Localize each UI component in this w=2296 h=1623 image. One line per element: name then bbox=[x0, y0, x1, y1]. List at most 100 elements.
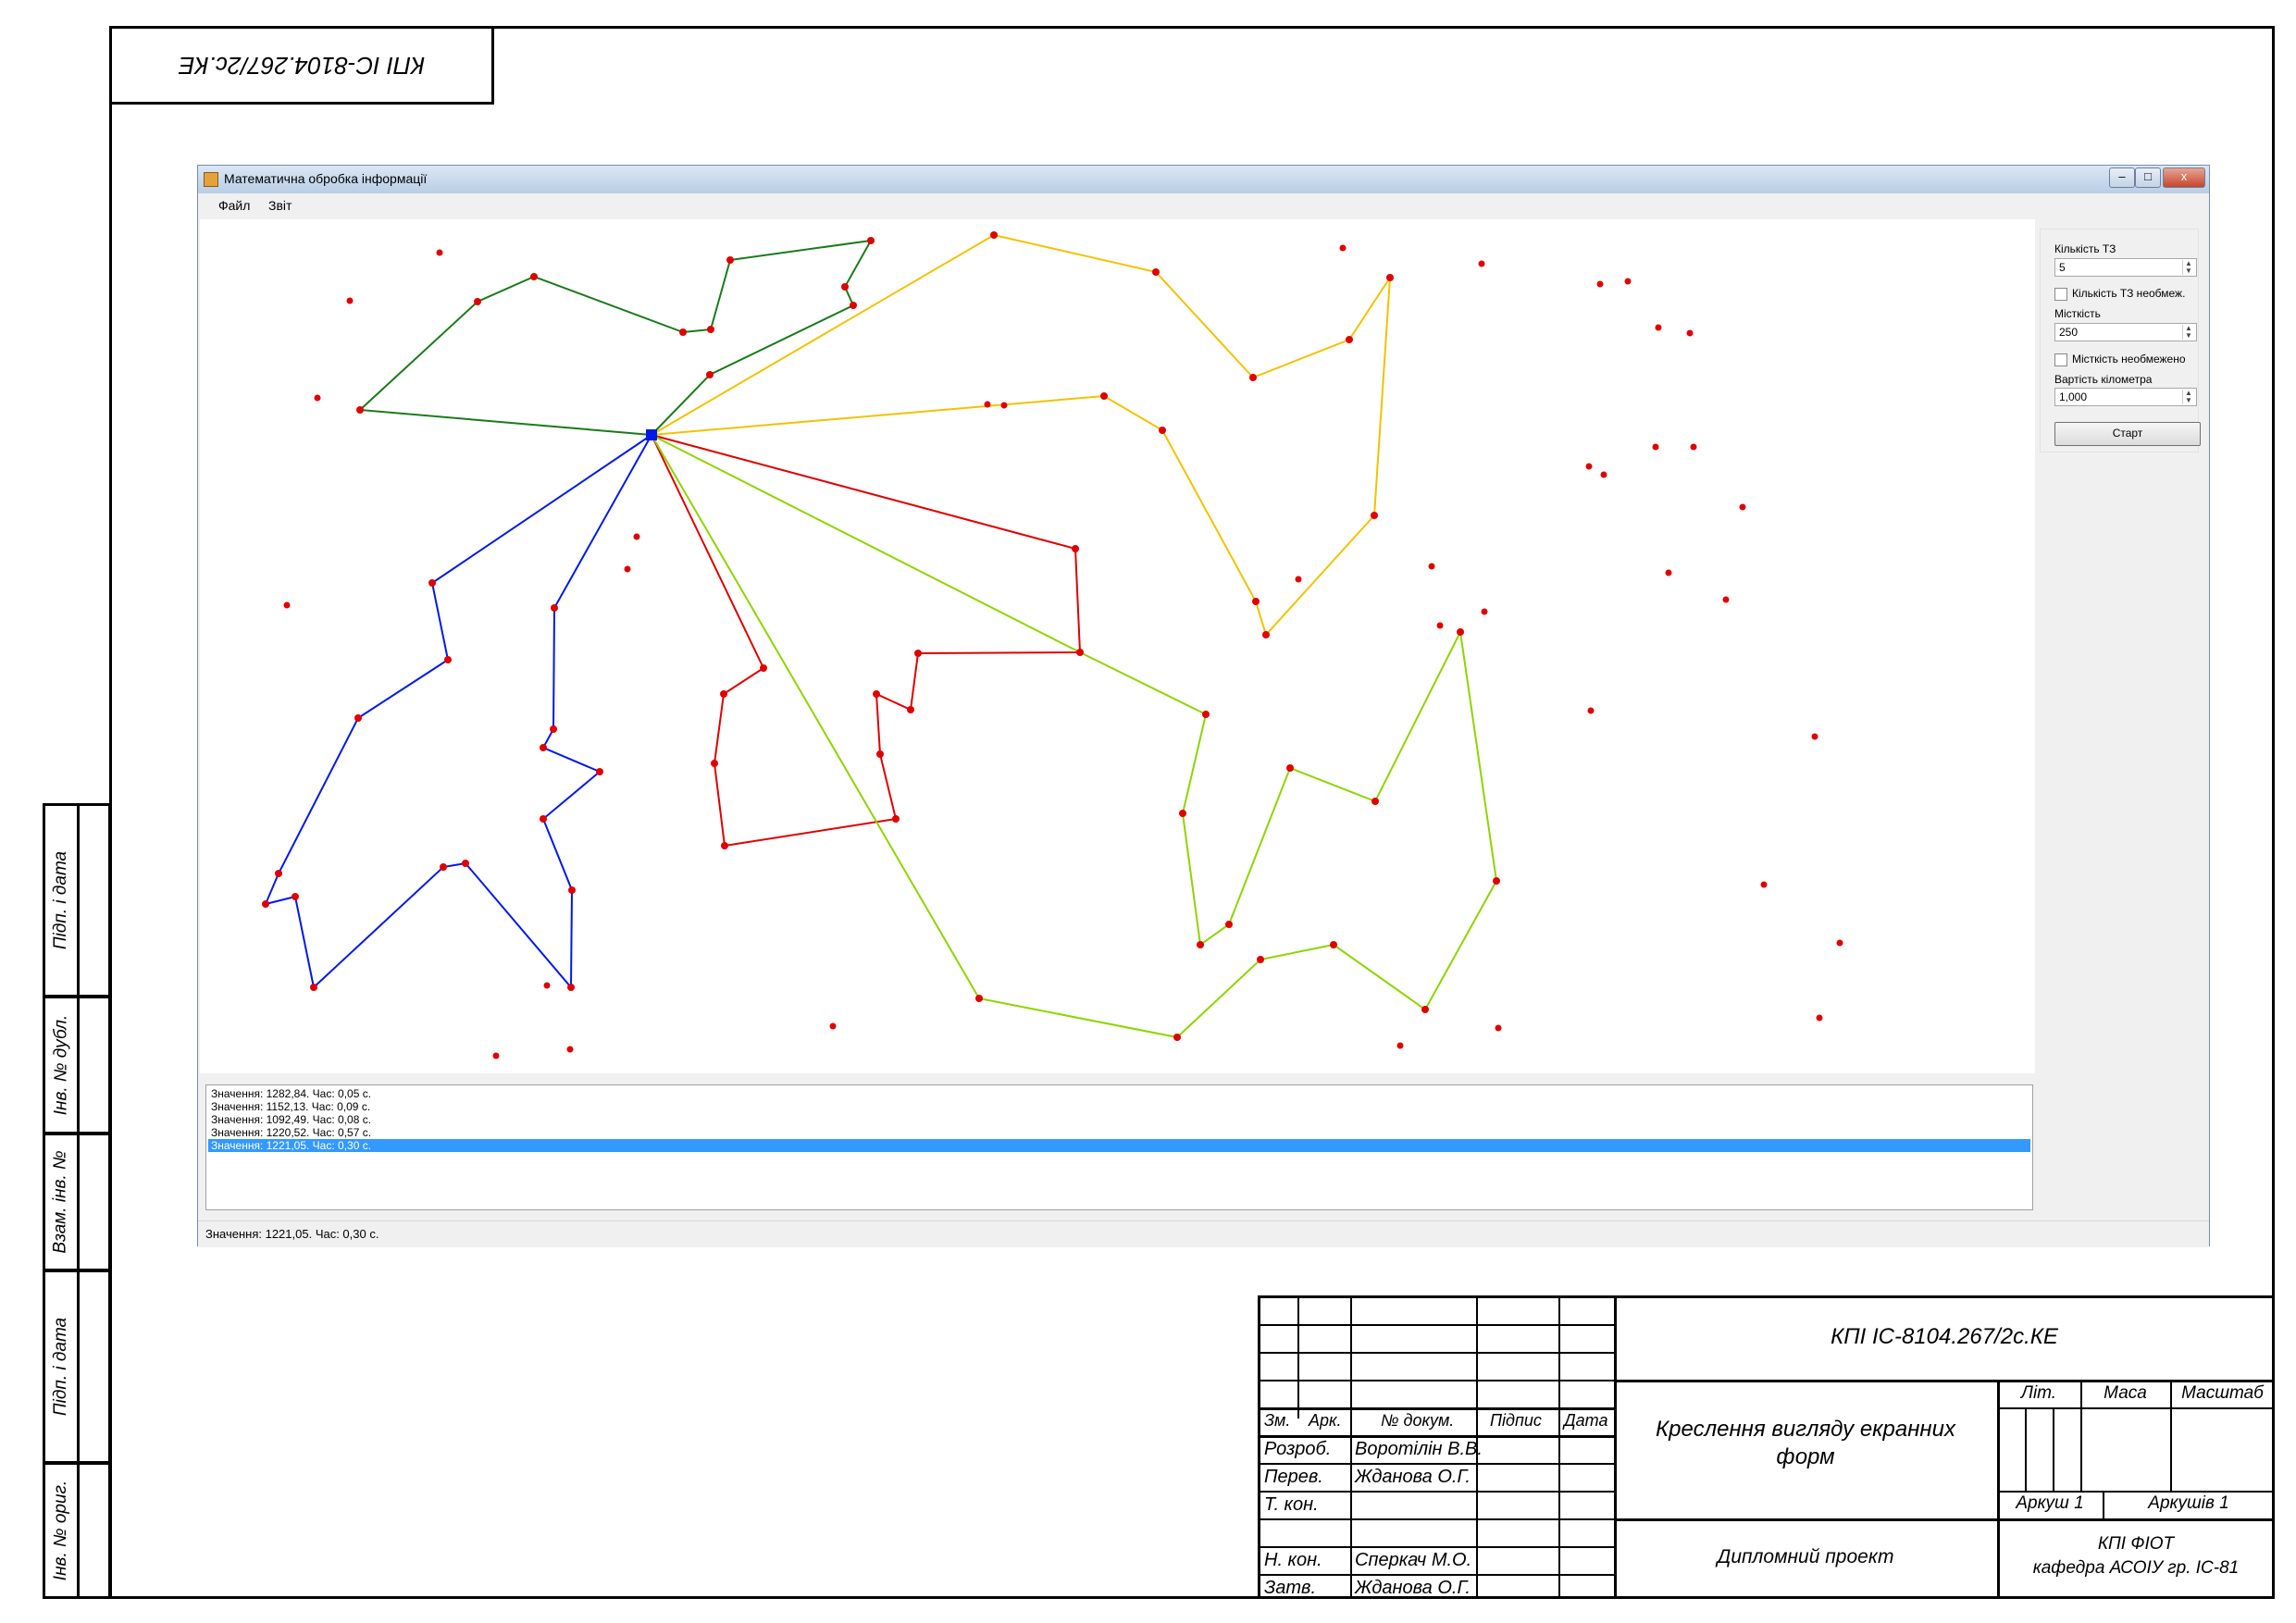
customer-point bbox=[1481, 608, 1488, 615]
customer-point bbox=[1252, 598, 1260, 605]
customer-point bbox=[354, 714, 362, 722]
customer-point bbox=[1665, 569, 1672, 576]
title-block: КПІ ІС-8104.267/2с.КЕ Зм. Арк. № докум. … bbox=[1258, 1295, 2275, 1599]
list-item[interactable]: Значення: 1152,13. Час: 0,09 с. bbox=[208, 1100, 2030, 1113]
customer-point bbox=[721, 842, 728, 849]
menu-file[interactable]: Файл bbox=[218, 198, 250, 213]
stamp-label: Взам. інв. № bbox=[51, 1150, 71, 1254]
status-bar: Значення: 1221,05. Час: 0,30 с. bbox=[198, 1220, 2209, 1247]
org-line1: КПІ ФІОТ bbox=[2097, 1534, 2175, 1554]
menu-bar: Файл Звіт bbox=[198, 193, 2209, 217]
list-item[interactable]: Значення: 1282,84. Час: 0,05 с. bbox=[208, 1087, 2030, 1100]
sheets-label: Аркушів 1 bbox=[2148, 1493, 2229, 1513]
name-developer: Воротілін В.В. bbox=[1355, 1439, 1483, 1459]
customer-point bbox=[873, 690, 880, 698]
customer-point bbox=[760, 664, 767, 672]
name-checker: Жданова О.Г. bbox=[1355, 1467, 1471, 1487]
customer-point bbox=[436, 249, 443, 256]
window-title: Математична обробка інформації bbox=[224, 171, 428, 186]
role-norm-control: Н. кон. bbox=[1264, 1550, 1322, 1570]
customer-point bbox=[633, 533, 640, 540]
col-change: Зм. bbox=[1264, 1411, 1291, 1430]
mass-label: Маса bbox=[2104, 1383, 2147, 1403]
customer-point bbox=[550, 725, 557, 733]
route-graph bbox=[262, 231, 1843, 1059]
customer-point bbox=[492, 1052, 500, 1059]
customer-point bbox=[914, 650, 922, 657]
km-cost-spinner-icon[interactable]: ▲ ▼ bbox=[2182, 390, 2194, 404]
menu-report[interactable]: Звіт bbox=[268, 198, 292, 213]
customer-point bbox=[1339, 244, 1347, 252]
customer-point bbox=[1836, 939, 1843, 947]
capacity-unlimited-label: Місткість необмежено bbox=[2072, 353, 2186, 365]
customer-point bbox=[1493, 877, 1500, 885]
col-sheet: Арк. bbox=[1309, 1411, 1342, 1430]
title-bar[interactable]: Математична обробка інформації – □ x bbox=[198, 166, 2209, 194]
route-red bbox=[651, 434, 1082, 848]
customer-point bbox=[1295, 576, 1302, 583]
customer-point bbox=[1000, 402, 1008, 409]
customer-point bbox=[679, 328, 687, 336]
sheet-label: Аркуш 1 bbox=[2016, 1493, 2084, 1513]
name-approver: Жданова О.Г. bbox=[1355, 1578, 1471, 1598]
customer-point bbox=[984, 401, 991, 408]
customer-point bbox=[356, 406, 364, 414]
minimize-button[interactable]: – bbox=[2109, 167, 2135, 188]
customer-point bbox=[1249, 374, 1257, 381]
capacity-value: 250 bbox=[2059, 326, 2079, 339]
customer-point bbox=[428, 579, 436, 587]
drawing-title-line1: Креслення вигляду екранних bbox=[1656, 1417, 1955, 1442]
customer-point bbox=[1330, 941, 1337, 948]
customer-point bbox=[1436, 622, 1444, 629]
route-canvas[interactable] bbox=[200, 219, 2035, 1073]
km-cost-input[interactable]: 1,000 ▲ ▼ bbox=[2054, 388, 2197, 406]
stamp-dup-inv: Інв. № дубл. bbox=[43, 996, 111, 1134]
customer-point bbox=[1346, 336, 1353, 343]
doc-code: КПІ ІС-8104.267/2с.КЕ bbox=[1831, 1324, 2058, 1349]
capacity-input[interactable]: 250 ▲ ▼ bbox=[2054, 323, 2197, 341]
stamp-label: Підп. і дата bbox=[51, 850, 71, 950]
route-blue bbox=[264, 434, 652, 990]
customer-point bbox=[444, 656, 452, 663]
customer-point bbox=[1478, 260, 1485, 267]
vehicles-unlimited-checkbox[interactable] bbox=[2054, 288, 2067, 301]
customer-point bbox=[1072, 545, 1079, 552]
list-item[interactable]: Значення: 1220,52. Час: 0,57 с. bbox=[208, 1126, 2030, 1139]
vehicles-input[interactable]: 5 ▲ ▼ bbox=[2054, 258, 2197, 277]
customer-point bbox=[1421, 1006, 1429, 1013]
app-window: Математична обробка інформації – □ x Фай… bbox=[197, 165, 2210, 1247]
start-button[interactable]: Старт bbox=[2054, 422, 2201, 446]
customer-point bbox=[1811, 733, 1818, 740]
customer-point bbox=[551, 604, 558, 612]
capacity-spinner-icon[interactable]: ▲ ▼ bbox=[2182, 325, 2194, 340]
org-line2: кафедра АСОІУ гр. ІС-81 bbox=[2032, 1558, 2240, 1578]
customer-point bbox=[892, 815, 900, 823]
vehicles-spinner-icon[interactable]: ▲ ▼ bbox=[2182, 260, 2194, 275]
customer-point bbox=[876, 750, 884, 758]
km-cost-value: 1,000 bbox=[2059, 390, 2088, 403]
customer-point bbox=[1202, 711, 1210, 718]
customer-point bbox=[1076, 649, 1084, 656]
customer-point bbox=[596, 768, 603, 775]
customer-point bbox=[543, 982, 551, 989]
customer-point bbox=[1197, 941, 1204, 948]
maximize-button[interactable]: □ bbox=[2135, 167, 2161, 188]
list-item[interactable]: Значення: 1092,49. Час: 0,08 с. bbox=[208, 1113, 2030, 1126]
col-date: Дата bbox=[1564, 1411, 1608, 1430]
list-item-selected[interactable]: Значення: 1221,05. Час: 0,30 с. bbox=[208, 1139, 2030, 1152]
col-doc-no: № докум. bbox=[1381, 1411, 1455, 1430]
customer-point bbox=[440, 863, 447, 871]
customer-point bbox=[1371, 512, 1378, 519]
customer-point bbox=[1495, 1024, 1502, 1032]
customer-point bbox=[1686, 329, 1694, 337]
close-button[interactable]: x bbox=[2163, 167, 2205, 188]
customer-point bbox=[262, 900, 269, 908]
customer-point bbox=[292, 893, 299, 900]
stamp-label: Інв. № дубл. bbox=[51, 1014, 71, 1116]
capacity-unlimited-checkbox[interactable] bbox=[2054, 353, 2067, 366]
results-list[interactable]: Значення: 1282,84. Час: 0,05 с. Значення… bbox=[205, 1084, 2033, 1210]
customer-point bbox=[1600, 471, 1607, 478]
role-approver: Затв. bbox=[1264, 1578, 1317, 1598]
customer-point bbox=[540, 744, 547, 751]
lit-label: Літ. bbox=[2020, 1383, 2057, 1403]
